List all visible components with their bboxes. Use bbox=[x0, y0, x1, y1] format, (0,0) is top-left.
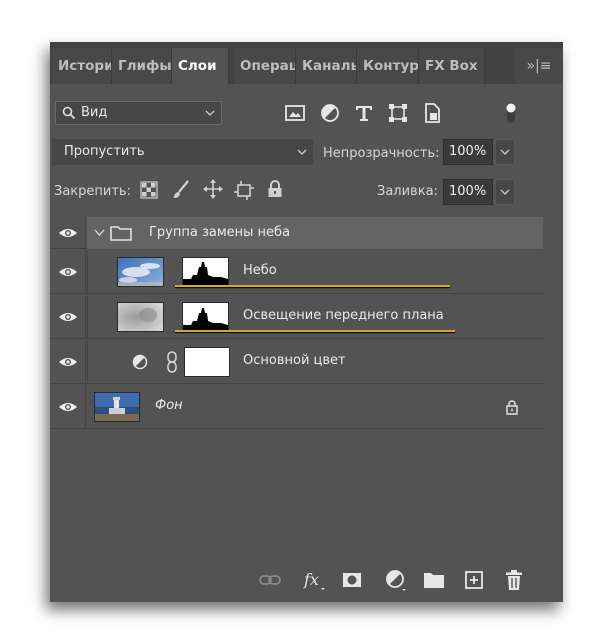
svg-text:fx: fx bbox=[303, 570, 319, 589]
base-color-mask-thumbnail[interactable] bbox=[184, 347, 230, 377]
blend-mode-value: Пропустить bbox=[64, 144, 145, 159]
visibility-toggle[interactable] bbox=[50, 295, 86, 339]
chevron-down-icon bbox=[297, 149, 307, 155]
indent-guide bbox=[87, 250, 88, 294]
opacity-input[interactable]: 100% bbox=[443, 139, 493, 165]
foreground-mask-thumbnail[interactable] bbox=[182, 302, 229, 332]
mask-icon[interactable] bbox=[340, 568, 364, 592]
trash-icon[interactable] bbox=[502, 568, 526, 592]
type-icon[interactable] bbox=[352, 101, 376, 125]
new-layer-icon[interactable] bbox=[462, 568, 486, 592]
lock-label: Закрепить: bbox=[54, 184, 131, 199]
mask-image bbox=[183, 262, 228, 286]
tab-glyphs[interactable]: Глифы bbox=[112, 48, 172, 84]
layer-name: Небо bbox=[243, 263, 277, 278]
fill-input[interactable]: 100% bbox=[443, 179, 493, 205]
image-icon[interactable] bbox=[283, 101, 307, 125]
layer-filter-select[interactable]: Вид bbox=[55, 101, 222, 125]
chevron-down-icon bbox=[500, 149, 510, 155]
layer-row-background[interactable]: Фон bbox=[50, 385, 543, 429]
visibility-toggle[interactable] bbox=[50, 340, 86, 384]
eye-icon bbox=[59, 313, 77, 321]
highlight-underline bbox=[175, 330, 455, 332]
fill-label: Заливка: bbox=[377, 184, 438, 199]
layers-panel: Истори Глифы Слои Операц Каналь Контур F… bbox=[50, 42, 563, 602]
fx-icon[interactable]: fx bbox=[302, 568, 326, 592]
link-icon[interactable] bbox=[258, 568, 282, 592]
tab-actions[interactable]: Операц bbox=[234, 48, 296, 84]
layer-row-foreground-lighting[interactable]: Освещение переднего плана bbox=[50, 295, 543, 339]
lock-icon[interactable] bbox=[505, 399, 519, 415]
opacity-dropdown[interactable] bbox=[495, 139, 515, 165]
transform-icon[interactable] bbox=[386, 101, 410, 125]
tab-history[interactable]: Истори bbox=[52, 48, 112, 84]
eye-icon bbox=[59, 229, 77, 237]
blend-mode-select[interactable]: Пропустить bbox=[52, 139, 313, 165]
layer-row-sky[interactable]: Небо bbox=[50, 250, 543, 294]
tab-channels[interactable]: Каналь bbox=[296, 48, 357, 84]
foreground-thumbnail[interactable] bbox=[117, 302, 164, 332]
layers-scrollbar[interactable] bbox=[543, 84, 563, 562]
layers-bottom-toolbar: fx bbox=[50, 562, 563, 602]
panel-menu-button[interactable]: »|≡ bbox=[515, 48, 563, 84]
indent-guide bbox=[87, 295, 88, 339]
smart-object-icon[interactable] bbox=[420, 101, 444, 125]
layer-row-group[interactable]: Группа замены неба bbox=[50, 217, 543, 249]
fill-dropdown[interactable] bbox=[495, 179, 515, 205]
lock-move-icon[interactable] bbox=[202, 178, 224, 200]
layer-row-base-color[interactable]: Основной цвет bbox=[50, 340, 543, 384]
new-group-icon[interactable] bbox=[422, 568, 446, 592]
lock-all-icon[interactable] bbox=[266, 179, 284, 199]
visibility-toggle[interactable] bbox=[50, 385, 86, 429]
adjustment-layer-icon[interactable] bbox=[384, 568, 408, 592]
chevron-down-icon bbox=[205, 110, 215, 116]
tab-paths[interactable]: Контур bbox=[357, 48, 419, 84]
tab-layers[interactable]: Слои bbox=[172, 48, 229, 84]
background-thumbnail[interactable] bbox=[94, 392, 140, 422]
layer-name: Освещение переднего плана bbox=[243, 308, 444, 323]
highlight-underline bbox=[175, 285, 450, 287]
search-icon bbox=[62, 106, 76, 120]
layer-name: Группа замены неба bbox=[149, 225, 291, 240]
lock-paint-icon[interactable] bbox=[171, 179, 191, 201]
adjustment-icon[interactable] bbox=[318, 101, 342, 125]
layer-name: Фон bbox=[155, 398, 183, 413]
eye-icon bbox=[59, 268, 77, 276]
layer-name: Основной цвет bbox=[243, 353, 346, 368]
adjustment-icon bbox=[132, 354, 148, 370]
indent-guide bbox=[87, 340, 88, 384]
eye-icon bbox=[59, 358, 77, 366]
chain-link-icon[interactable] bbox=[166, 351, 178, 373]
filter-toggle-icon[interactable] bbox=[499, 101, 523, 125]
opacity-label: Непрозрачность: bbox=[323, 146, 440, 161]
mask-image bbox=[183, 303, 228, 331]
visibility-toggle[interactable] bbox=[50, 250, 86, 294]
lock-artboard-icon[interactable] bbox=[233, 179, 255, 201]
visibility-toggle[interactable] bbox=[50, 217, 86, 249]
foreground-image bbox=[118, 303, 163, 331]
sky-thumbnail[interactable] bbox=[117, 257, 164, 287]
eye-icon bbox=[59, 403, 77, 411]
tab-fxbox[interactable]: FX Box bbox=[419, 48, 485, 84]
chevron-down-icon bbox=[500, 189, 510, 195]
background-image bbox=[95, 393, 139, 421]
folder-icon bbox=[110, 226, 132, 241]
chevron-down-icon[interactable] bbox=[94, 229, 105, 237]
sky-image bbox=[118, 258, 163, 286]
lock-transparent-icon[interactable] bbox=[140, 181, 158, 199]
sky-mask-thumbnail[interactable] bbox=[182, 257, 229, 287]
filter-label: Вид bbox=[81, 105, 108, 120]
tab-bar: Истори Глифы Слои Операц Каналь Контур F… bbox=[50, 42, 563, 84]
